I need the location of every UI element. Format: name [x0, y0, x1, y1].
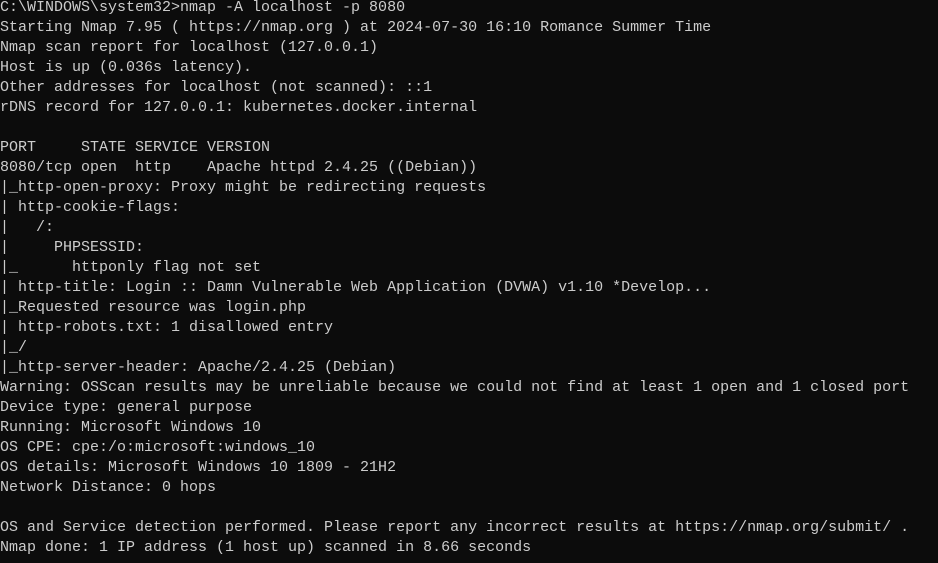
output-line: Nmap scan report for localhost (127.0.0.… — [0, 39, 379, 56]
output-line: |_Requested resource was login.php — [0, 299, 307, 316]
output-line: PORT STATE SERVICE VERSION — [0, 139, 271, 156]
output-line: | http-title: Login :: Damn Vulnerable W… — [0, 279, 712, 296]
output-line: |_/ — [0, 339, 28, 356]
output-line: Network Distance: 0 hops — [0, 479, 217, 496]
output-line: Other addresses for localhost (not scann… — [0, 79, 433, 96]
output-line: | http-robots.txt: 1 disallowed entry — [0, 319, 334, 336]
output-line: OS and Service detection performed. Plea… — [0, 519, 910, 536]
output-line: Device type: general purpose — [0, 399, 253, 416]
output-line: |_ httponly flag not set — [0, 259, 262, 276]
output-line: rDNS record for 127.0.0.1: kubernetes.do… — [0, 99, 478, 116]
output-line: Starting Nmap 7.95 ( https://nmap.org ) … — [0, 19, 712, 36]
output-line: | PHPSESSID: — [0, 239, 145, 256]
output-line: Nmap done: 1 IP address (1 host up) scan… — [0, 539, 532, 556]
command-line: C:\WINDOWS\system32>nmap -A localhost -p… — [0, 0, 406, 16]
output-line: Running: Microsoft Windows 10 — [0, 419, 262, 436]
output-line: |_http-server-header: Apache/2.4.25 (Deb… — [0, 359, 397, 376]
output-line: Host is up (0.036s latency). — [0, 59, 253, 76]
output-line: | /: — [0, 219, 55, 236]
output-line: OS CPE: cpe:/o:microsoft:windows_10 — [0, 439, 316, 456]
output-line: | http-cookie-flags: — [0, 199, 181, 216]
output-line: |_http-open-proxy: Proxy might be redire… — [0, 179, 487, 196]
output-line: OS details: Microsoft Windows 10 1809 - … — [0, 459, 397, 476]
output-line: Warning: OSScan results may be unreliabl… — [0, 379, 910, 396]
terminal-output[interactable]: C:\WINDOWS\system32>nmap -A localhost -p… — [0, 0, 938, 563]
output-line: 8080/tcp open http Apache httpd 2.4.25 (… — [0, 159, 478, 176]
